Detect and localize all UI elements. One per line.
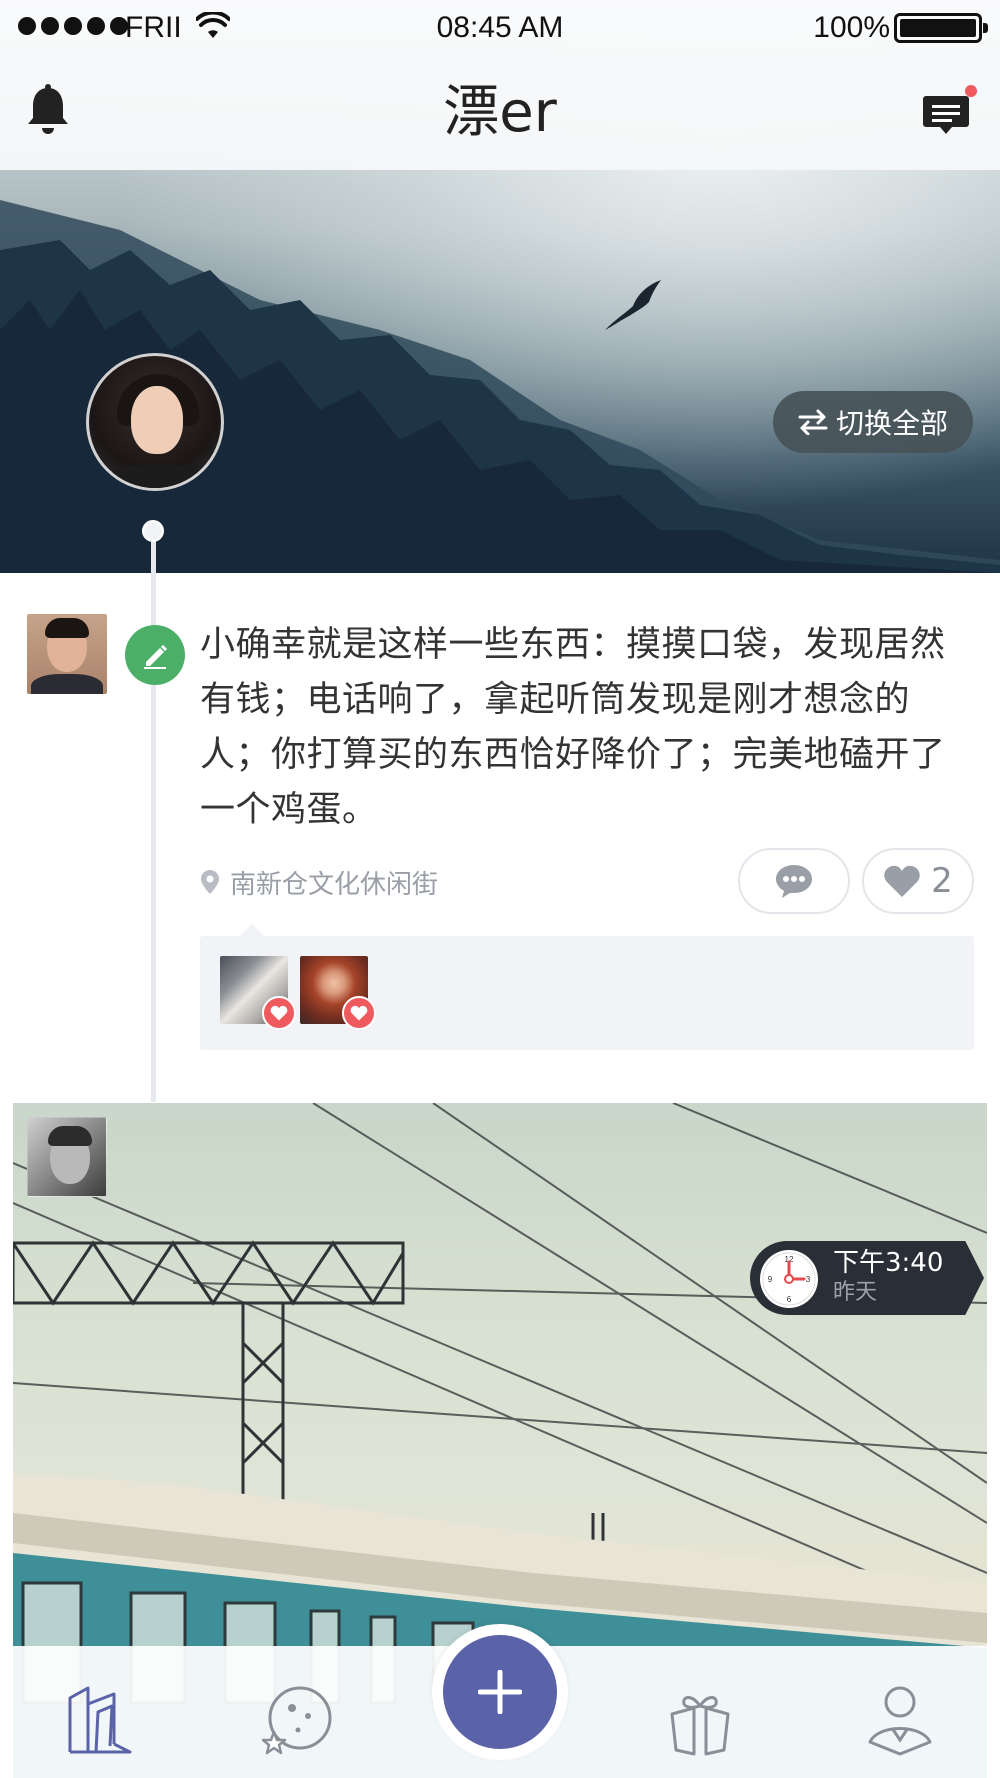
timeline-line [151, 530, 156, 1102]
post-author-avatar[interactable] [27, 614, 107, 694]
liked-heart-icon [342, 996, 376, 1030]
tab-gifts[interactable] [660, 1680, 740, 1760]
like-button[interactable]: 2 [862, 848, 974, 914]
eagle-icon [605, 280, 661, 330]
app-title: 漂er [443, 80, 557, 145]
post-time: 下午3:40 [833, 1248, 944, 1278]
location-pin-icon [201, 870, 219, 894]
gifts-icon [670, 1696, 730, 1756]
switch-all-label: 切换全部 [835, 407, 948, 440]
post-location: 南新仓文化休闲街 [200, 862, 438, 902]
battery-percentage: 100% [813, 11, 890, 44]
timeline-dot [142, 520, 164, 542]
liker-avatar[interactable] [220, 956, 296, 1030]
post-day: 昨天 [833, 1280, 878, 1305]
user-avatar[interactable] [86, 353, 224, 491]
post-text: 小确幸就是这样一些东西：摸摸口袋，发现居然有钱；电话响了，拿起听筒发现是刚才想念… [200, 625, 946, 830]
unread-badge [965, 85, 977, 97]
profile-icon [868, 1686, 932, 1756]
like-count: 2 [931, 861, 953, 901]
svg-text:6: 6 [787, 1295, 792, 1304]
comment-button[interactable] [738, 848, 850, 914]
liked-heart-icon [262, 996, 296, 1030]
switch-all-button[interactable]: 切换全部 [773, 391, 973, 453]
tab-profile[interactable] [860, 1680, 940, 1760]
discover-icon [262, 1686, 332, 1755]
pencil-icon [144, 645, 167, 669]
add-post-button[interactable] [443, 1635, 557, 1749]
comment-icon [776, 865, 812, 898]
svg-text:3: 3 [806, 1275, 811, 1284]
likers-list [200, 924, 974, 1050]
heart-icon [884, 865, 920, 897]
tab-home[interactable] [60, 1680, 140, 1760]
svg-text:9: 9 [768, 1275, 773, 1284]
location-label: 南新仓文化休闲街 [230, 869, 439, 900]
messages-icon[interactable] [922, 84, 978, 136]
time-badge: 12 3 6 9 下午3:40 昨天 [750, 1241, 984, 1315]
liker-avatar[interactable] [300, 956, 376, 1030]
battery-icon [894, 13, 988, 43]
post-author-avatar[interactable] [27, 1117, 107, 1197]
add-icon [478, 1670, 522, 1714]
clock-icon: 12 3 6 9 [760, 1250, 818, 1308]
tab-discover[interactable] [258, 1680, 338, 1760]
swap-arrows-icon [798, 409, 828, 435]
edit-post-badge [125, 625, 185, 685]
home-icon [68, 1686, 132, 1754]
